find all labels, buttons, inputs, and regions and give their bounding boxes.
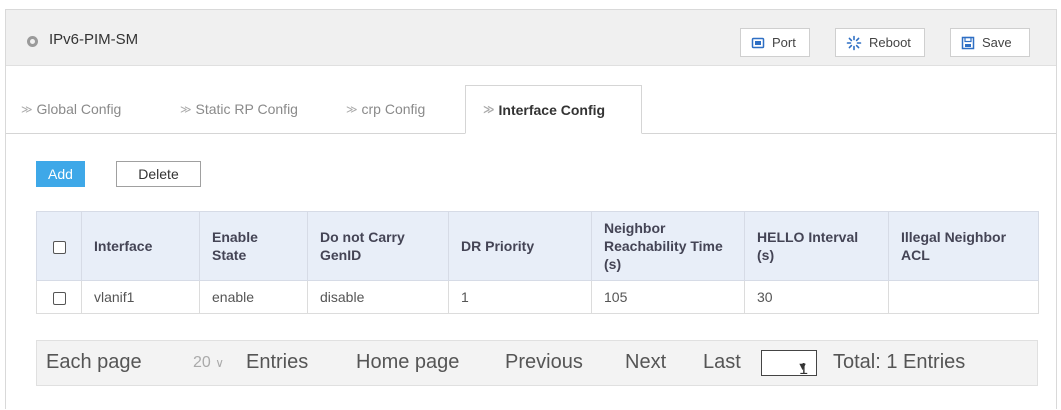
delete-button[interactable]: Delete (116, 161, 201, 187)
reboot-button[interactable]: Reboot (835, 28, 925, 57)
chevron-right-icon: ≫ (483, 104, 495, 116)
save-button-label: Save (982, 35, 1012, 50)
tab-crp-config[interactable]: ≫ crp Config (346, 85, 425, 133)
tab-label: Interface Config (498, 101, 606, 118)
column-header-genid[interactable]: Do not Carry GenID (307, 211, 449, 281)
next-link[interactable]: Next (625, 351, 666, 374)
circle-icon (27, 36, 38, 47)
each-page-label: Each page (46, 351, 142, 373)
chevron-down-icon: ▼ (797, 361, 808, 373)
select-all-cell (36, 211, 82, 281)
entries-label: Entries (246, 351, 309, 373)
page-size-select[interactable]: 20 ∨ (193, 354, 224, 372)
chevron-right-icon: ≫ (346, 103, 358, 116)
column-header-dr-priority[interactable]: DR Priority (448, 211, 592, 281)
title-bar: IPv6-PIM-SM Port Reboot Save (6, 10, 1056, 66)
previous-link[interactable]: Previous (505, 351, 583, 374)
cell-illegal-acl (888, 280, 1039, 314)
column-header-illegal-acl[interactable]: Illegal Neighbor ACL (888, 211, 1039, 281)
total-entries: Total: 1 Entries (833, 351, 966, 373)
tab-static-rp-config[interactable]: ≫ Static RP Config (180, 85, 298, 133)
tab-label: Static RP Config (195, 101, 298, 117)
last-link[interactable]: Last (703, 351, 741, 374)
page-title: IPv6-PIM-SM (49, 31, 139, 48)
column-header-hello-interval[interactable]: HELLO Interval (s) (744, 211, 889, 281)
tab-global-config[interactable]: ≫ Global Config (21, 85, 121, 133)
column-header-enable-state[interactable]: Enable State (199, 211, 308, 281)
chevron-right-icon: ≫ (21, 103, 33, 116)
save-icon (961, 36, 975, 49)
cell-neighbor-time: 105 (591, 280, 745, 314)
table-header-row: Interface Enable State Do not Carry GenI… (36, 211, 1039, 281)
tab-interface-config[interactable]: ≫ Interface Config (465, 85, 642, 134)
column-header-interface[interactable]: Interface (81, 211, 200, 281)
port-button[interactable]: Port (740, 28, 810, 57)
table-row[interactable]: vlanif1 enable disable 1 105 30 (36, 280, 1039, 314)
cell-dr-priority: 1 (448, 280, 592, 314)
reboot-icon (846, 35, 862, 50)
reboot-button-label: Reboot (869, 35, 911, 50)
tab-label: Global Config (36, 101, 122, 117)
interface-table: Interface Enable State Do not Carry GenI… (36, 211, 1039, 314)
chevron-right-icon: ≫ (180, 103, 192, 116)
page-select[interactable]: 1 ▼ (761, 350, 817, 378)
row-checkbox[interactable] (52, 291, 66, 305)
chevron-down-icon: ∨ (215, 356, 225, 370)
page-size-value: 20 (193, 354, 211, 371)
home-page-link[interactable]: Home page (356, 351, 459, 374)
port-icon (751, 37, 765, 48)
add-button[interactable]: Add (36, 161, 85, 187)
pagination-bar: Each page 20 ∨ Entries Home page Previou… (36, 340, 1038, 386)
tab-bar: ≫ Global Config ≫ Static RP Config ≫ crp… (6, 85, 1056, 134)
column-header-neighbor-time[interactable]: Neighbor Reachability Time (s) (591, 211, 745, 281)
select-all-checkbox[interactable] (52, 240, 66, 254)
save-button[interactable]: Save (950, 28, 1030, 57)
port-button-label: Port (772, 35, 796, 50)
cell-interface: vlanif1 (81, 280, 200, 314)
cell-enable-state: enable (199, 280, 308, 314)
cell-genid: disable (307, 280, 449, 314)
row-select-cell (36, 280, 82, 314)
cell-hello-interval: 30 (744, 280, 889, 314)
tab-label: crp Config (361, 101, 426, 117)
